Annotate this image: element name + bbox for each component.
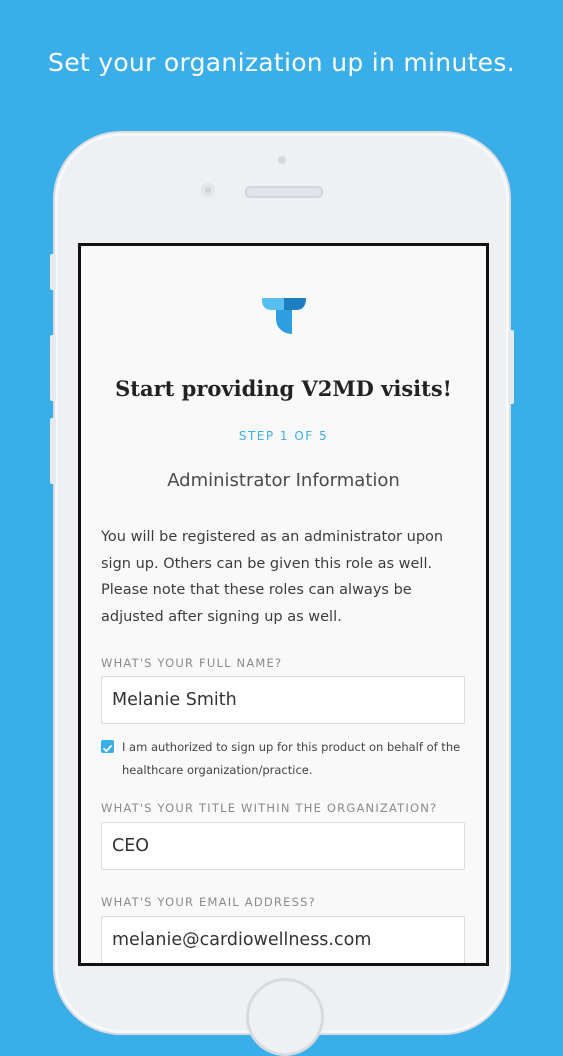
- step-indicator: STEP 1 OF 5: [238, 429, 329, 443]
- phone-volume-down: [50, 418, 56, 484]
- phone-speaker: [245, 186, 323, 198]
- phone-screen: Start providing V2MD visits! STEP 1 OF 5…: [78, 243, 489, 966]
- phone-side-button: [50, 254, 56, 290]
- authorized-checkbox-label: I am authorized to sign up for this prod…: [122, 740, 461, 777]
- full-name-field[interactable]: [101, 676, 465, 724]
- section-heading: Administrator Information: [167, 470, 400, 491]
- phone-home-button: [246, 978, 324, 1056]
- phone-power-button: [508, 330, 514, 404]
- promo-headline: Set your organization up in minutes.: [48, 48, 515, 77]
- job-title-field[interactable]: [101, 822, 465, 870]
- phone-volume-up: [50, 335, 56, 401]
- authorized-checkbox[interactable]: [101, 740, 114, 753]
- phone-camera: [201, 183, 215, 197]
- email-field[interactable]: [101, 916, 465, 963]
- v2md-logo-icon: [262, 298, 306, 334]
- phone-sensor: [278, 156, 286, 164]
- full-name-label: WHAT'S YOUR FULL NAME?: [101, 656, 283, 670]
- email-label: WHAT'S YOUR EMAIL ADDRESS?: [101, 895, 316, 909]
- form-title: Start providing V2MD visits!: [115, 376, 452, 401]
- description-text: You will be registered as an administrat…: [101, 529, 444, 625]
- job-title-label: WHAT'S YOUR TITLE WITHIN THE ORGANIZATIO…: [101, 801, 438, 815]
- checkmark-icon: [103, 745, 112, 753]
